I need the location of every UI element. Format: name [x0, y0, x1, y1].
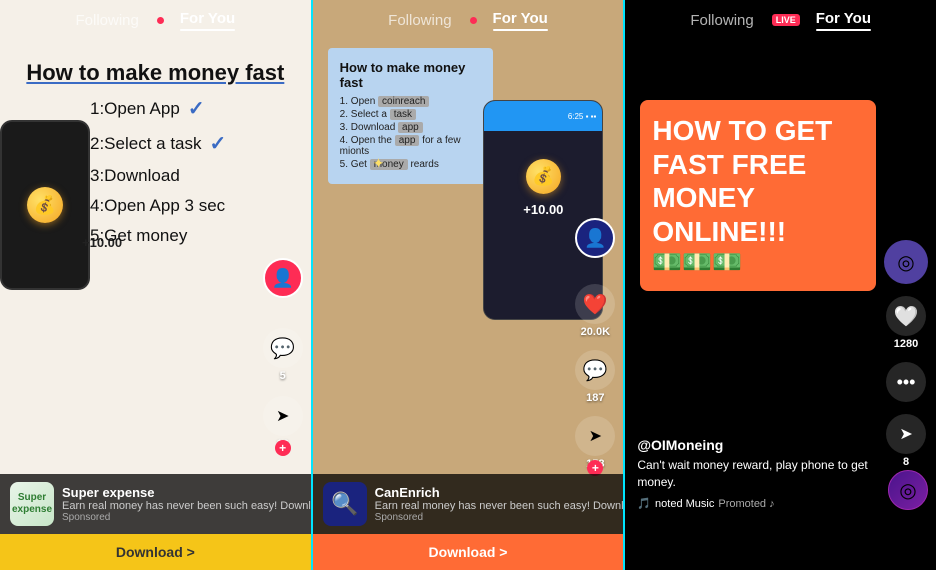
for-you-tab-3[interactable]: For You: [816, 10, 871, 31]
following-tab-2[interactable]: Following: [388, 12, 451, 29]
profile-circle-3[interactable]: ◎: [884, 240, 928, 284]
following-tab-1[interactable]: Following: [76, 12, 139, 29]
side-buttons-3: ◎ 🤍 1280 ••• ➤ 8: [884, 240, 928, 468]
download-btn-1[interactable]: Download >: [0, 534, 311, 570]
video-panel-1: Following For You 💰 +10.00 How to make m…: [0, 0, 313, 570]
desc-text-3: Can't wait money reward, play phone to g…: [637, 457, 881, 491]
ad-banner-1: Superexpense Super expense Earn real mon…: [0, 474, 311, 570]
video-content-1: How to make money fast 1:Open App✓ 2:Sel…: [10, 60, 301, 256]
comment-count-1: 5: [280, 370, 286, 382]
for-you-tab-1[interactable]: For You: [180, 10, 235, 31]
comment-icon-3: •••: [886, 362, 926, 402]
video-title-1: How to make money fast: [10, 60, 301, 86]
following-tab-3[interactable]: Following: [690, 12, 753, 29]
ad-sponsored-1: Sponsored: [62, 512, 313, 523]
live-dot-2: [470, 17, 477, 24]
ad-text-2: CanEnrich Earn real money has never been…: [375, 485, 626, 523]
big-title-container-3: HOW TO GET FAST FREE MONEY ONLINE!!! 💵💵💵: [640, 100, 876, 291]
heart-icon-3: 🤍: [886, 296, 926, 336]
step-4: 4:Open App 3 sec: [90, 196, 301, 216]
avatar-container-2[interactable]: 👤 +: [575, 218, 615, 258]
music-disc-3[interactable]: ◎: [888, 470, 928, 510]
phone-screen-top-2: 6:25 ▪ ▪▪: [484, 101, 602, 131]
video-panel-2: Following For You How to make money fast…: [313, 0, 626, 570]
video-note-2: How to make money fast 1. Open coinreach…: [328, 48, 494, 184]
music-name-3: noted Music: [655, 498, 714, 510]
like-count-3: 1280: [894, 338, 918, 350]
live-dot-1: [157, 17, 164, 24]
step-1: 1:Open App✓: [90, 96, 301, 121]
video-panel-3: Following LIVE For You HOW TO GET FAST F…: [625, 0, 936, 570]
comment-btn-1[interactable]: 💬 5: [263, 328, 303, 382]
comment-icon-2: 💬: [575, 350, 615, 390]
ad-logo-2: 🔍: [323, 482, 367, 526]
ad-info-1: Superexpense Super expense Earn real mon…: [0, 474, 311, 534]
top-nav-1: Following For You: [0, 0, 311, 40]
avatar-container-1[interactable]: 👤 +: [263, 258, 303, 298]
music-info-3: 🎵 noted Music Promoted ♪: [637, 497, 881, 510]
ad-name-1: Super expense: [62, 485, 313, 500]
live-badge-3: LIVE: [772, 14, 800, 26]
note-title-2: How to make money fast: [340, 60, 482, 90]
for-you-tab-2[interactable]: For You: [493, 10, 548, 31]
ad-name-2: CanEnrich: [375, 485, 626, 500]
avatar-2[interactable]: 👤: [575, 218, 615, 258]
share-icon-2: ➤: [575, 416, 615, 456]
comment-btn-3[interactable]: •••: [886, 362, 926, 402]
share-icon-3: ➤: [886, 414, 926, 454]
promoted-badge-3: Promoted ♪: [718, 498, 774, 510]
side-buttons-1: 👤 + 💬 5 ➤ 16: [263, 258, 303, 450]
ad-desc-1: Earn real money has never been such easy…: [62, 500, 313, 512]
username-3: @OIMoneing: [637, 437, 881, 453]
bottom-info-3: @OIMoneing Can't wait money reward, play…: [637, 437, 881, 510]
ad-sponsored-2: Sponsored: [375, 512, 626, 523]
side-buttons-2: 👤 + ❤️ 20.0K 💬 187 ➤ 158: [575, 218, 615, 470]
music-note-icon-3: 🎵: [637, 497, 651, 510]
step-5: 5:Get money: [90, 226, 301, 246]
like-btn-2[interactable]: ❤️ 20.0K: [575, 284, 615, 338]
comment-count-2: 187: [586, 392, 604, 404]
follow-plus-1: +: [275, 440, 291, 456]
share-count-3: 8: [903, 456, 909, 468]
ad-logo-1: Superexpense: [10, 482, 54, 526]
big-title-text-3: HOW TO GET FAST FREE MONEY ONLINE!!!: [652, 114, 864, 248]
ad-info-2: 🔍 CanEnrich Earn real money has never be…: [313, 474, 624, 534]
share-icon-1: ➤: [263, 396, 303, 436]
note-step-3: 3. Download app: [340, 122, 482, 133]
note-step-4: 4. Open the app for a few mionts: [340, 135, 482, 157]
step-2: 2:Select a task✓: [90, 131, 301, 156]
download-btn-2[interactable]: Download >: [313, 534, 624, 570]
coin-sparkle-2: ✦: [373, 155, 385, 172]
top-nav-2: Following For You: [313, 0, 624, 40]
note-step-2: 2. Select a task: [340, 109, 482, 120]
heart-icon-2: ❤️: [575, 284, 615, 324]
note-step-1: 1. Open coinreach: [340, 96, 482, 107]
comment-btn-2[interactable]: 💬 187: [575, 350, 615, 404]
money-emojis-3: 💵💵💵: [652, 248, 864, 277]
like-count-2: 20.0K: [581, 326, 610, 338]
top-nav-3: Following LIVE For You: [625, 0, 936, 40]
like-btn-3[interactable]: 🤍 1280: [886, 296, 926, 350]
note-step-5: 5. Get money reards: [340, 159, 482, 170]
share-btn-3[interactable]: ➤ 8: [886, 414, 926, 468]
ad-text-1: Super expense Earn real money has never …: [62, 485, 313, 523]
big-title-box-3: HOW TO GET FAST FREE MONEY ONLINE!!! 💵💵💵: [640, 100, 876, 291]
comment-icon-1: 💬: [263, 328, 303, 368]
step-3: 3:Download: [90, 166, 301, 186]
ad-banner-2: 🔍 CanEnrich Earn real money has never be…: [313, 474, 624, 570]
ad-desc-2: Earn real money has never been such easy…: [375, 500, 626, 512]
avatar-1[interactable]: 👤: [263, 258, 303, 298]
